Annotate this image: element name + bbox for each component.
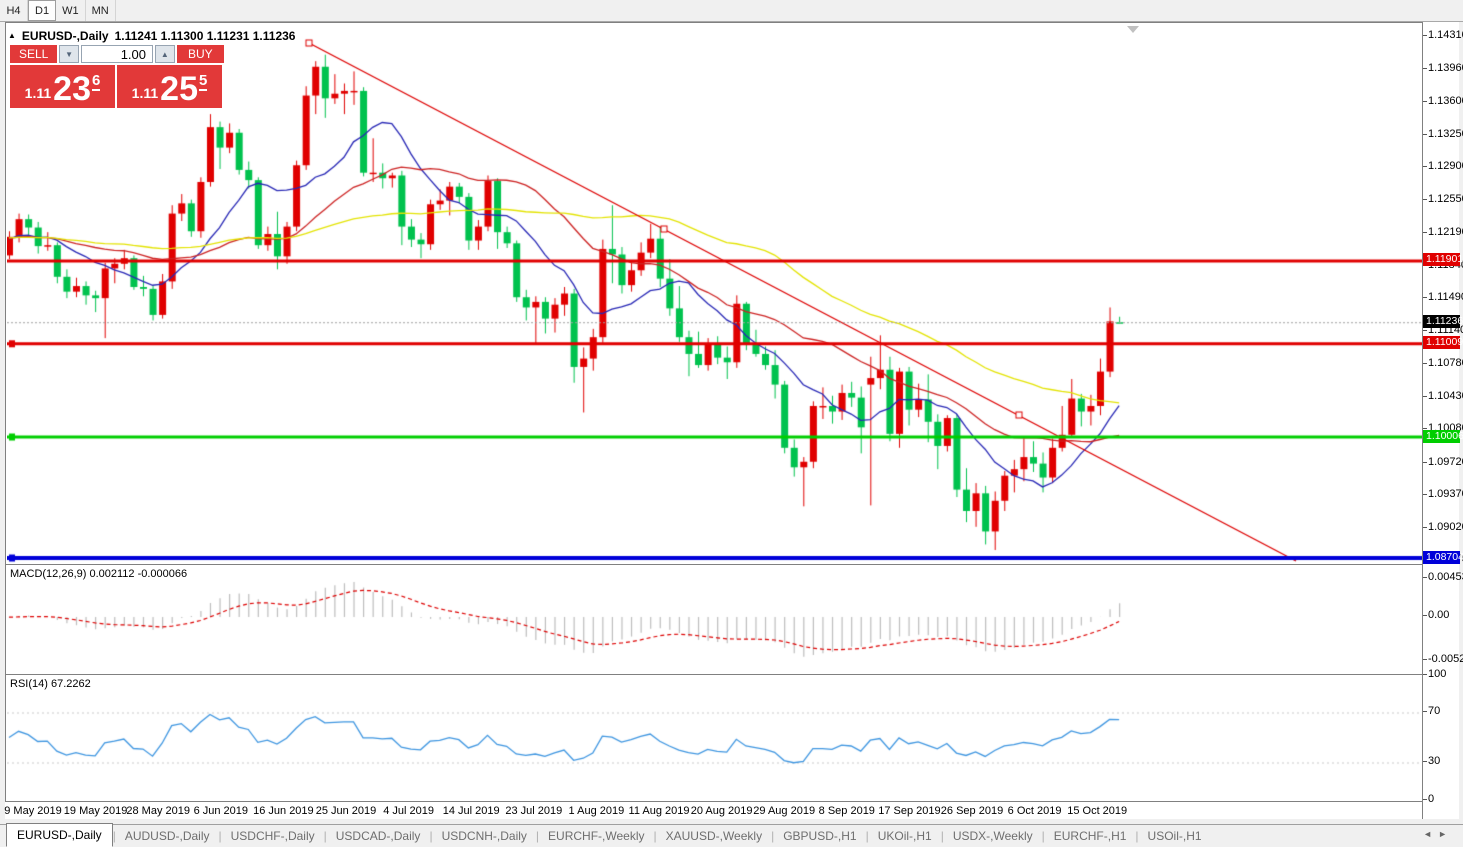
timeframe-button-w1[interactable]: W1 xyxy=(56,0,86,21)
volume-input[interactable] xyxy=(81,45,153,63)
chart-title: ▲ EURUSD-,Daily 1.11241 1.11300 1.11231 … xyxy=(8,29,295,43)
price-tick-label: 0.004536 xyxy=(1428,571,1463,583)
price-level-tag: 1.10006 xyxy=(1423,430,1460,443)
price-tick-label: 100 xyxy=(1428,668,1446,680)
timeframe-button-h4[interactable]: H4 xyxy=(0,0,28,21)
price-level-tag: 1.11236 xyxy=(1423,315,1460,328)
sell-price-pip: 6 xyxy=(92,72,100,91)
price-level-tag: 1.11009 xyxy=(1423,336,1460,349)
date-tick-label: 14 Jul 2019 xyxy=(443,805,500,817)
price-tick-label: 0.00 xyxy=(1428,609,1449,621)
ohlc-values: 1.11241 1.11300 1.11231 1.11236 xyxy=(115,29,296,43)
price-tick-label: -0.005205 xyxy=(1428,653,1463,665)
price-tick-label: 1.10430 xyxy=(1428,390,1463,402)
bottom-tab[interactable]: EURUSD-,Daily xyxy=(6,823,113,847)
date-tick-label: 1 Aug 2019 xyxy=(569,805,625,817)
collapse-arrow-icon[interactable]: ▲ xyxy=(8,31,16,40)
one-click-trade-panel: SELL ▼ ▲ BUY 1.11 23 6 1.11 25 5 xyxy=(10,45,224,108)
price-tick-label: 1.12190 xyxy=(1428,226,1463,238)
bottom-tab[interactable]: EURCHF-,H1 xyxy=(1045,826,1136,846)
date-tick-label: 15 Oct 2019 xyxy=(1067,805,1127,817)
panel-splitter[interactable] xyxy=(5,564,1459,565)
bottom-tab[interactable]: USOil-,H1 xyxy=(1139,826,1211,846)
price-tick-label: 1.12550 xyxy=(1428,193,1463,205)
date-tick-label: 6 Oct 2019 xyxy=(1008,805,1062,817)
rsi-panel-canvas[interactable] xyxy=(7,676,1423,802)
date-tick-label: 29 Aug 2019 xyxy=(753,805,815,817)
date-tick-label: 6 Jun 2019 xyxy=(194,805,248,817)
buy-price-pip: 5 xyxy=(199,72,207,91)
price-tick-label: 1.14310 xyxy=(1428,29,1463,41)
date-tick-label: 16 Jun 2019 xyxy=(253,805,314,817)
price-level-tag: 1.08704 xyxy=(1423,551,1460,564)
date-tick-label: 8 Sep 2019 xyxy=(819,805,875,817)
sell-price-big: 23 xyxy=(53,73,91,105)
buy-price-prefix: 1.11 xyxy=(132,85,158,101)
date-tick-label: 28 May 2019 xyxy=(126,805,190,817)
bottom-tab[interactable]: EURCHF-,Weekly xyxy=(539,826,653,846)
date-tick-label: 11 Aug 2019 xyxy=(629,805,690,817)
bottom-tab[interactable]: XAUUSD-,Weekly xyxy=(657,826,771,846)
date-tick-label: 17 Sep 2019 xyxy=(878,805,940,817)
sell-button[interactable]: SELL xyxy=(10,45,57,63)
volume-increase-icon[interactable]: ▲ xyxy=(155,45,175,63)
sell-price-box[interactable]: 1.11 23 6 xyxy=(10,65,115,108)
main-chart-canvas[interactable] xyxy=(7,29,1423,564)
date-tick-label: 25 Jun 2019 xyxy=(316,805,377,817)
tab-scroll-arrows[interactable]: ◄► xyxy=(1423,829,1453,839)
price-tick-label: 1.09370 xyxy=(1428,488,1463,500)
volume-decrease-icon[interactable]: ▼ xyxy=(59,45,79,63)
bottom-tab[interactable]: USDCAD-,Daily xyxy=(327,826,430,846)
rsi-label: RSI(14) 67.2262 xyxy=(10,678,91,690)
chart-window xyxy=(5,22,1459,819)
price-tick-label: 70 xyxy=(1428,705,1440,717)
bottom-tab[interactable]: GBPUSD-,H1 xyxy=(774,826,865,846)
panel-splitter[interactable] xyxy=(5,674,1459,675)
timeframe-button-mn[interactable]: MN xyxy=(86,0,116,21)
date-tick-label: 4 Jul 2019 xyxy=(383,805,434,817)
timeframe-button-d1[interactable]: D1 xyxy=(28,0,56,21)
sell-price-prefix: 1.11 xyxy=(25,85,51,101)
bottom-tab[interactable]: AUDUSD-,Daily xyxy=(116,826,219,846)
macd-panel-canvas[interactable] xyxy=(7,566,1423,673)
date-axis[interactable]: 9 May 201919 May 201928 May 2019 6 Jun 20… xyxy=(5,802,1422,819)
bottom-tab[interactable]: USDCNH-,Daily xyxy=(433,826,536,846)
chart-shift-icon[interactable] xyxy=(1127,26,1139,33)
price-tick-label: 0 xyxy=(1428,793,1434,805)
price-tick-label: 1.13960 xyxy=(1428,62,1463,74)
buy-button[interactable]: BUY xyxy=(177,45,224,63)
timeframe-toolbar: H4D1W1MN xyxy=(0,0,1463,22)
macd-label: MACD(12,26,9) 0.002112 -0.000066 xyxy=(10,568,187,580)
date-tick-label: 9 May 2019 xyxy=(4,805,61,817)
price-tick-label: 1.11490 xyxy=(1428,291,1463,303)
price-tick-label: 1.12900 xyxy=(1428,160,1463,172)
price-tick-label: 1.09020 xyxy=(1428,521,1463,533)
price-tick-label: 30 xyxy=(1428,755,1440,767)
price-tick-label: 1.13250 xyxy=(1428,128,1463,140)
price-tick-label: 1.10780 xyxy=(1428,357,1463,369)
buy-price-big: 25 xyxy=(160,73,198,105)
bottom-tab[interactable]: USDX-,Weekly xyxy=(944,826,1042,846)
symbol-title: EURUSD-,Daily xyxy=(22,29,109,43)
buy-price-box[interactable]: 1.11 25 5 xyxy=(117,65,222,108)
price-level-tag: 1.11901 xyxy=(1423,253,1460,266)
date-tick-label: 23 Jul 2019 xyxy=(505,805,562,817)
price-tick-label: 1.09720 xyxy=(1428,456,1463,468)
date-tick-label: 19 May 2019 xyxy=(64,805,128,817)
date-tick-label: 20 Aug 2019 xyxy=(691,805,753,817)
bottom-tab[interactable]: UKOil-,H1 xyxy=(869,826,941,846)
chart-tab-bar: EURUSD-,Daily|AUDUSD-,Daily|USDCHF-,Dail… xyxy=(0,824,1463,847)
price-tick-label: 1.13600 xyxy=(1428,95,1463,107)
price-axis[interactable]: 1.143101.139601.136001.132501.129001.125… xyxy=(1422,22,1459,819)
bottom-tab[interactable]: USDCHF-,Daily xyxy=(222,826,324,846)
date-tick-label: 26 Sep 2019 xyxy=(941,805,1003,817)
